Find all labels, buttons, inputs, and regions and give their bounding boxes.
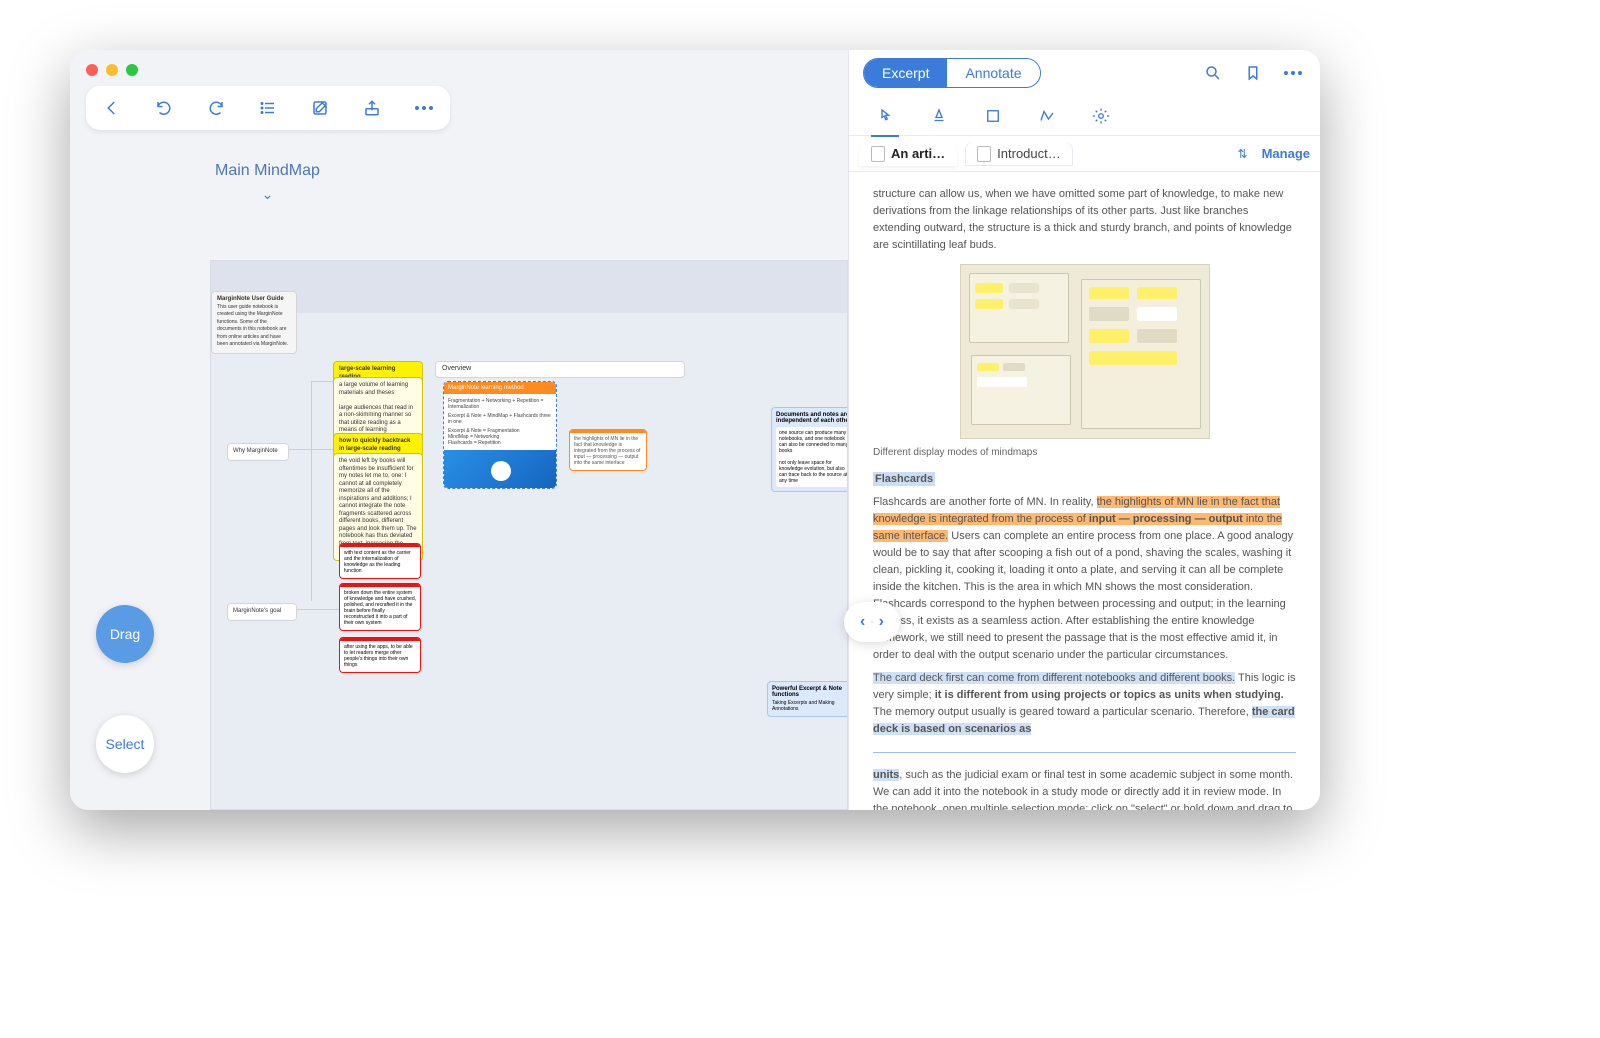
undo-icon[interactable]: [150, 94, 178, 122]
more-icon[interactable]: [1280, 60, 1306, 86]
zoom-icon[interactable]: [126, 64, 138, 76]
lasso-tool-icon[interactable]: [1035, 104, 1059, 128]
root-node[interactable]: MarginNote User Guide This user guide no…: [211, 291, 297, 354]
ls-node-body[interactable]: a large volume of learning materials and…: [333, 377, 423, 440]
flashcards-heading: Flashcards: [873, 472, 935, 486]
image-caption: Different display modes of mindmaps: [873, 445, 1296, 461]
doc-icon: [871, 146, 885, 162]
page-title: Main MindMap: [215, 162, 320, 180]
document-body[interactable]: structure can allow us, when we have omi…: [849, 172, 1320, 810]
mindmap-modes-image: [960, 264, 1210, 439]
main-toolbar: [86, 86, 450, 130]
sort-icon[interactable]: ⇅: [1238, 147, 1248, 161]
brain-image: [444, 450, 556, 488]
page-divider: [873, 752, 1296, 753]
red-card-3[interactable]: after using the apps, to be able to let …: [339, 637, 421, 673]
document-tabs: An arti… Introduct… ⇅ Manage: [849, 136, 1320, 172]
back-icon[interactable]: [98, 94, 126, 122]
excerpt-tools: [849, 96, 1320, 136]
select-mode-button[interactable]: Select: [96, 715, 154, 773]
panel-resize-toggle: ‹ · ›: [844, 602, 900, 642]
text-highlight-tool-icon[interactable]: [927, 104, 951, 128]
goal-node[interactable]: MarginNote's goal: [227, 603, 297, 621]
learning-method-card[interactable]: MarginNote learning method Fragmentation…: [443, 381, 557, 489]
powerful-excerpt-card[interactable]: Powerful Excerpt & Note functions Taking…: [767, 681, 848, 717]
rect-tool-icon[interactable]: [981, 104, 1005, 128]
manage-button[interactable]: Manage: [1262, 146, 1310, 161]
reader-panel: Excerpt Annotate An arti… Introduct… ⇅ M…: [848, 50, 1320, 810]
overview-node[interactable]: Overview: [435, 361, 685, 378]
redo-icon[interactable]: [202, 94, 230, 122]
reader-topbar: Excerpt Annotate: [849, 50, 1320, 96]
mode-segment: Excerpt Annotate: [863, 58, 1041, 88]
more-icon[interactable]: [410, 94, 438, 122]
flashcards-paragraph-3: units, such as the judicial exam or fina…: [873, 767, 1296, 810]
annotate-tab[interactable]: Annotate: [947, 59, 1039, 87]
close-icon[interactable]: [86, 64, 98, 76]
bookmark-icon[interactable]: [1240, 60, 1266, 86]
tab-introduction[interactable]: Introduct…: [965, 142, 1073, 166]
share-icon[interactable]: [358, 94, 386, 122]
documents-card[interactable]: Documents and notes are independent of e…: [771, 407, 848, 492]
mindmap-title[interactable]: Main MindMap ⌄: [215, 162, 320, 203]
intro-paragraph: structure can allow us, when we have omi…: [873, 186, 1296, 254]
tab-article[interactable]: An arti…: [859, 142, 957, 166]
list-icon[interactable]: [254, 94, 282, 122]
pointer-tool-icon[interactable]: [873, 104, 897, 128]
excerpt-tab[interactable]: Excerpt: [864, 59, 947, 87]
why-node[interactable]: Why MarginNote: [227, 443, 289, 461]
highlight-callout[interactable]: the highlights of MN lie in the fact tha…: [569, 429, 647, 471]
mindmap-canvas[interactable]: MarginNote User Guide This user guide no…: [210, 260, 848, 810]
red-card-1[interactable]: with text content as the carrier and the…: [339, 543, 421, 579]
app-window: Main MindMap ⌄ Drag Select MarginNote Us…: [70, 50, 1320, 810]
compose-icon[interactable]: [306, 94, 334, 122]
red-card-2[interactable]: broken down the entire system of knowled…: [339, 583, 421, 631]
search-icon[interactable]: [1200, 60, 1226, 86]
flashcards-paragraph-2: The card deck first can come from differ…: [873, 670, 1296, 738]
minimize-icon[interactable]: [106, 64, 118, 76]
flashcards-paragraph-1: Flashcards are another forte of MN. In r…: [873, 494, 1296, 664]
collapse-left-icon[interactable]: ‹: [860, 613, 865, 631]
drag-mode-button[interactable]: Drag: [96, 605, 154, 663]
settings-gear-icon[interactable]: [1089, 104, 1113, 128]
collapse-right-icon[interactable]: ›: [879, 613, 884, 631]
chevron-down-icon[interactable]: ⌄: [215, 186, 320, 203]
window-controls: [86, 64, 138, 76]
doc-icon: [977, 146, 991, 162]
